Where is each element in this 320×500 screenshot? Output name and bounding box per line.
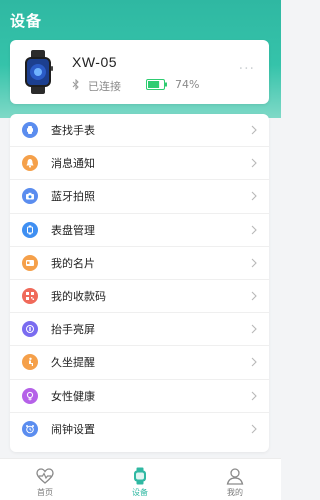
menu-item[interactable]: 久坐提醒 <box>10 346 269 380</box>
settings-menu: 查找手表消息通知蓝牙拍照表盘管理我的名片我的收款码抬手亮屏久坐提醒女性健康闹钟设… <box>10 114 269 452</box>
tab-mine[interactable]: 我的 <box>205 459 265 500</box>
chevron-right-icon <box>251 258 257 268</box>
menu-item-label: 表盘管理 <box>51 223 95 237</box>
chevron-right-icon <box>251 291 257 301</box>
watch-icon <box>22 122 38 139</box>
watch-face-icon <box>22 221 38 238</box>
tab-label: 设备 <box>132 488 148 497</box>
tab-label: 首页 <box>37 488 53 497</box>
menu-item-label: 消息通知 <box>51 157 95 171</box>
female-health-icon <box>22 387 38 404</box>
bell-icon <box>22 155 38 172</box>
device-name: XW-05 <box>72 54 118 70</box>
camera-icon <box>22 188 38 205</box>
menu-item-label: 查找手表 <box>51 124 95 138</box>
menu-item-label: 蓝牙拍照 <box>51 190 95 204</box>
menu-item-label: 我的收款码 <box>51 290 106 304</box>
device-card[interactable]: XW-05 已连接 74% ··· <box>10 40 269 104</box>
heart-pulse-icon <box>36 468 54 484</box>
page-title: 设备 <box>10 12 43 30</box>
menu-item[interactable]: 抬手亮屏 <box>10 313 269 347</box>
bottom-tab-bar: 首页 设备 我的 <box>0 458 281 500</box>
menu-item[interactable]: 我的名片 <box>10 247 269 280</box>
qr-code-icon <box>22 288 38 305</box>
chevron-right-icon <box>251 391 257 400</box>
menu-item[interactable]: 蓝牙拍照 <box>10 180 269 214</box>
battery-level: 74% <box>175 78 200 91</box>
chevron-right-icon <box>251 358 257 367</box>
tab-device[interactable]: 设备 <box>110 459 170 500</box>
menu-item[interactable]: 我的收款码 <box>10 280 269 314</box>
menu-item-label: 久坐提醒 <box>51 356 95 370</box>
bluetooth-icon <box>72 79 79 90</box>
menu-item[interactable]: 消息通知 <box>10 147 269 181</box>
chevron-right-icon <box>251 192 257 201</box>
menu-item[interactable]: 女性健康 <box>10 380 269 413</box>
alarm-clock-icon <box>22 421 38 438</box>
menu-item-label: 我的名片 <box>51 256 95 270</box>
menu-item[interactable]: 闹钟设置 <box>10 413 269 446</box>
menu-item-label: 女性健康 <box>51 389 95 403</box>
tab-home[interactable]: 首页 <box>15 459 75 500</box>
chevron-right-icon <box>251 324 257 334</box>
tab-label: 我的 <box>227 488 243 497</box>
menu-item-label: 抬手亮屏 <box>51 323 95 337</box>
chevron-right-icon <box>251 225 257 235</box>
menu-item[interactable]: 查找手表 <box>10 114 269 148</box>
raise-wrist-icon <box>22 321 38 338</box>
chevron-right-icon <box>251 424 257 434</box>
user-icon <box>226 468 244 485</box>
menu-item[interactable]: 表盘管理 <box>10 214 269 247</box>
watch-icon <box>134 467 146 485</box>
menu-item-label: 闹钟设置 <box>51 423 95 437</box>
connection-status: 已连接 <box>88 80 121 93</box>
card-icon <box>22 254 38 271</box>
sedentary-icon <box>22 354 38 371</box>
more-options-button[interactable]: ··· <box>239 62 255 76</box>
smartwatch-image <box>25 50 53 94</box>
chevron-right-icon <box>251 158 257 168</box>
battery-icon <box>146 79 167 90</box>
chevron-right-icon <box>251 125 257 135</box>
